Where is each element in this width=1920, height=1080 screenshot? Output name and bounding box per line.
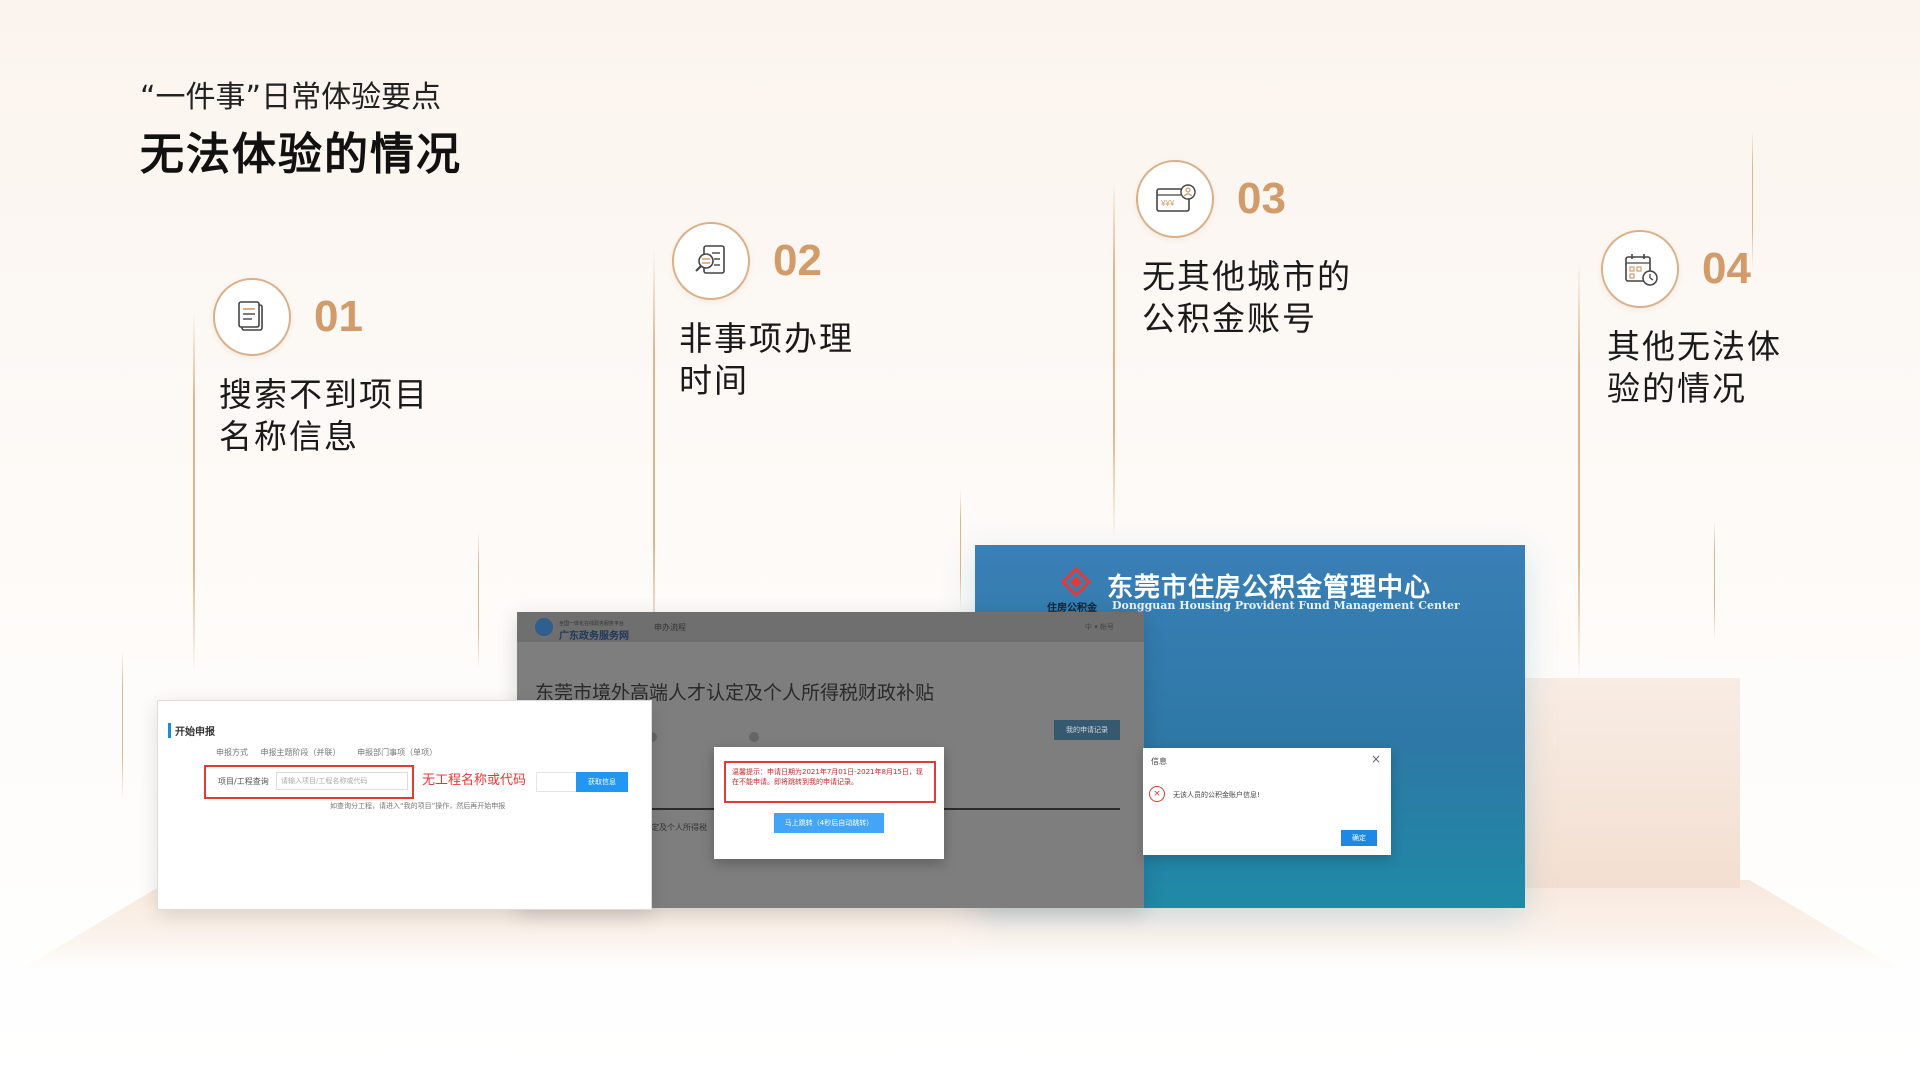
step-label: 搜索不到项目 名称信息	[219, 375, 429, 456]
step-label: 其他无法体 验的情况	[1607, 327, 1782, 408]
step-label: 无其他城市的 公积金账号	[1142, 257, 1352, 338]
brand-subtitle: 全国一体化在线政务服务平台	[559, 621, 625, 627]
notice-message: 温馨提示：申请日期为2021年7月01日-2021年8月15日，现在不能申请。即…	[724, 761, 936, 803]
info-dialog: 信息 × × 无该人员的公积金账户信息! 确定	[1143, 748, 1391, 855]
decor-line	[193, 312, 195, 672]
step-label: 非事项办理 时间	[679, 319, 854, 400]
ok-button[interactable]: 确定	[1341, 830, 1377, 846]
hint-text: 如查询分工程，请进入“我的项目”操作，然后再开始申报	[330, 802, 506, 810]
decor-line	[122, 650, 123, 800]
calendar-clock-icon	[1601, 230, 1679, 308]
eyebrow-subtitle: “一件事”日常体验要点	[140, 80, 442, 115]
project-query-label: 项目/工程查询	[218, 777, 269, 786]
mode-option-1[interactable]: 申报主题阶段（并联）	[261, 748, 341, 757]
progress-step	[749, 732, 759, 742]
notice-dialog: 温馨提示：申请日期为2021年7月01日-2021年8月15日，现在不能申请。即…	[714, 747, 944, 859]
user-menu[interactable]: 中 ▾ 帐号	[1085, 622, 1114, 632]
close-icon[interactable]: ×	[1371, 752, 1381, 766]
screenshot-project-declare: 开始申报 申报方式 申报主题阶段（并联） 申报部门事项（单项） 项目/工程查询 …	[157, 700, 652, 910]
decor-line	[960, 490, 961, 610]
error-icon: ×	[1149, 786, 1165, 802]
card-account-icon: ¥¥¥	[1136, 160, 1214, 238]
stage-pedestal	[1520, 678, 1740, 888]
annotation-note: 无工程名称或代码	[422, 773, 527, 788]
my-applications-button[interactable]: 我的申请记录	[1054, 720, 1120, 740]
step-number: 01	[314, 292, 363, 341]
breadcrumb[interactable]: 申办流程	[654, 622, 686, 633]
declare-mode-row: 申报方式 申报主题阶段（并联） 申报部门事项（单项）	[216, 747, 437, 758]
search-document-icon	[672, 222, 750, 300]
decor-line	[1578, 262, 1580, 682]
section-title: 开始申报	[168, 723, 215, 738]
gd-logo-icon	[535, 618, 553, 636]
decor-line	[1752, 130, 1753, 270]
page-title: 无法体验的情况	[140, 129, 462, 180]
decor-line	[653, 248, 655, 668]
decor-line	[1714, 520, 1715, 640]
step-number: 04	[1702, 244, 1751, 293]
dialog-message: 无该人员的公积金账户信息!	[1173, 791, 1260, 799]
document-icon	[213, 278, 291, 356]
project-query-input[interactable]: 请输入项目/工程名称或代码	[276, 772, 408, 790]
dialog-header: 信息	[1151, 757, 1167, 766]
background-text: 认定及个人所得税	[643, 823, 707, 832]
decor-line	[1113, 180, 1115, 540]
fetch-info-button[interactable]: 获取信息	[576, 772, 628, 792]
step-number: 02	[773, 236, 822, 285]
brand-title: 广东政务服务网	[559, 631, 629, 642]
step-number: 03	[1237, 174, 1286, 223]
mode-option-2[interactable]: 申报部门事项（单项）	[357, 748, 437, 757]
housing-fund-title-en: Dongguan Housing Provident Fund Manageme…	[1112, 599, 1460, 612]
brand-name: 全国一体化在线政务服务平台 广东政务服务网	[559, 620, 629, 642]
svg-text:¥¥¥: ¥¥¥	[1160, 199, 1175, 208]
redirect-button[interactable]: 马上跳转（4秒后自动跳转）	[774, 813, 884, 833]
housing-fund-logo-icon	[1061, 567, 1091, 597]
mode-label: 申报方式	[216, 748, 248, 757]
decor-line	[478, 530, 479, 670]
